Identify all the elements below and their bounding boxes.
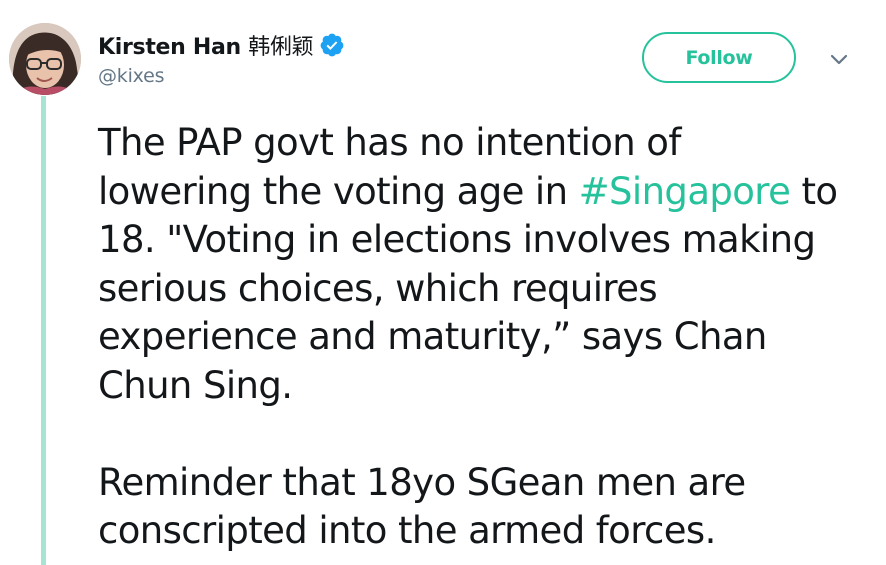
follow-button[interactable]: Follow xyxy=(642,32,796,83)
tweet-paragraph-1: The PAP govt has no intention of lowerin… xyxy=(98,119,868,410)
display-name-latin[interactable]: Kirsten Han xyxy=(98,35,241,60)
hashtag-link[interactable]: #Singapore xyxy=(579,170,791,213)
avatar-image xyxy=(9,23,81,95)
tweet-text: The PAP govt has no intention of lowerin… xyxy=(98,119,868,556)
verified-badge-icon xyxy=(319,32,345,58)
tweet-paragraph-2: Reminder that 18yo SGean men are conscri… xyxy=(98,460,746,553)
display-name-cjk[interactable]: 韩俐颖 xyxy=(248,35,313,60)
author-name-row[interactable]: Kirsten Han 韩俐颖 xyxy=(98,28,345,62)
author-block: Kirsten Han 韩俐颖 @kixes xyxy=(98,28,345,87)
thread-line xyxy=(41,96,46,565)
tweet: Kirsten Han 韩俐颖 @kixes Follow The PAP go… xyxy=(0,0,886,565)
avatar[interactable] xyxy=(9,23,81,95)
author-handle[interactable]: @kixes xyxy=(98,65,345,87)
display-name[interactable]: Kirsten Han 韩俐颖 xyxy=(98,29,314,61)
chevron-down-icon[interactable] xyxy=(824,50,854,72)
